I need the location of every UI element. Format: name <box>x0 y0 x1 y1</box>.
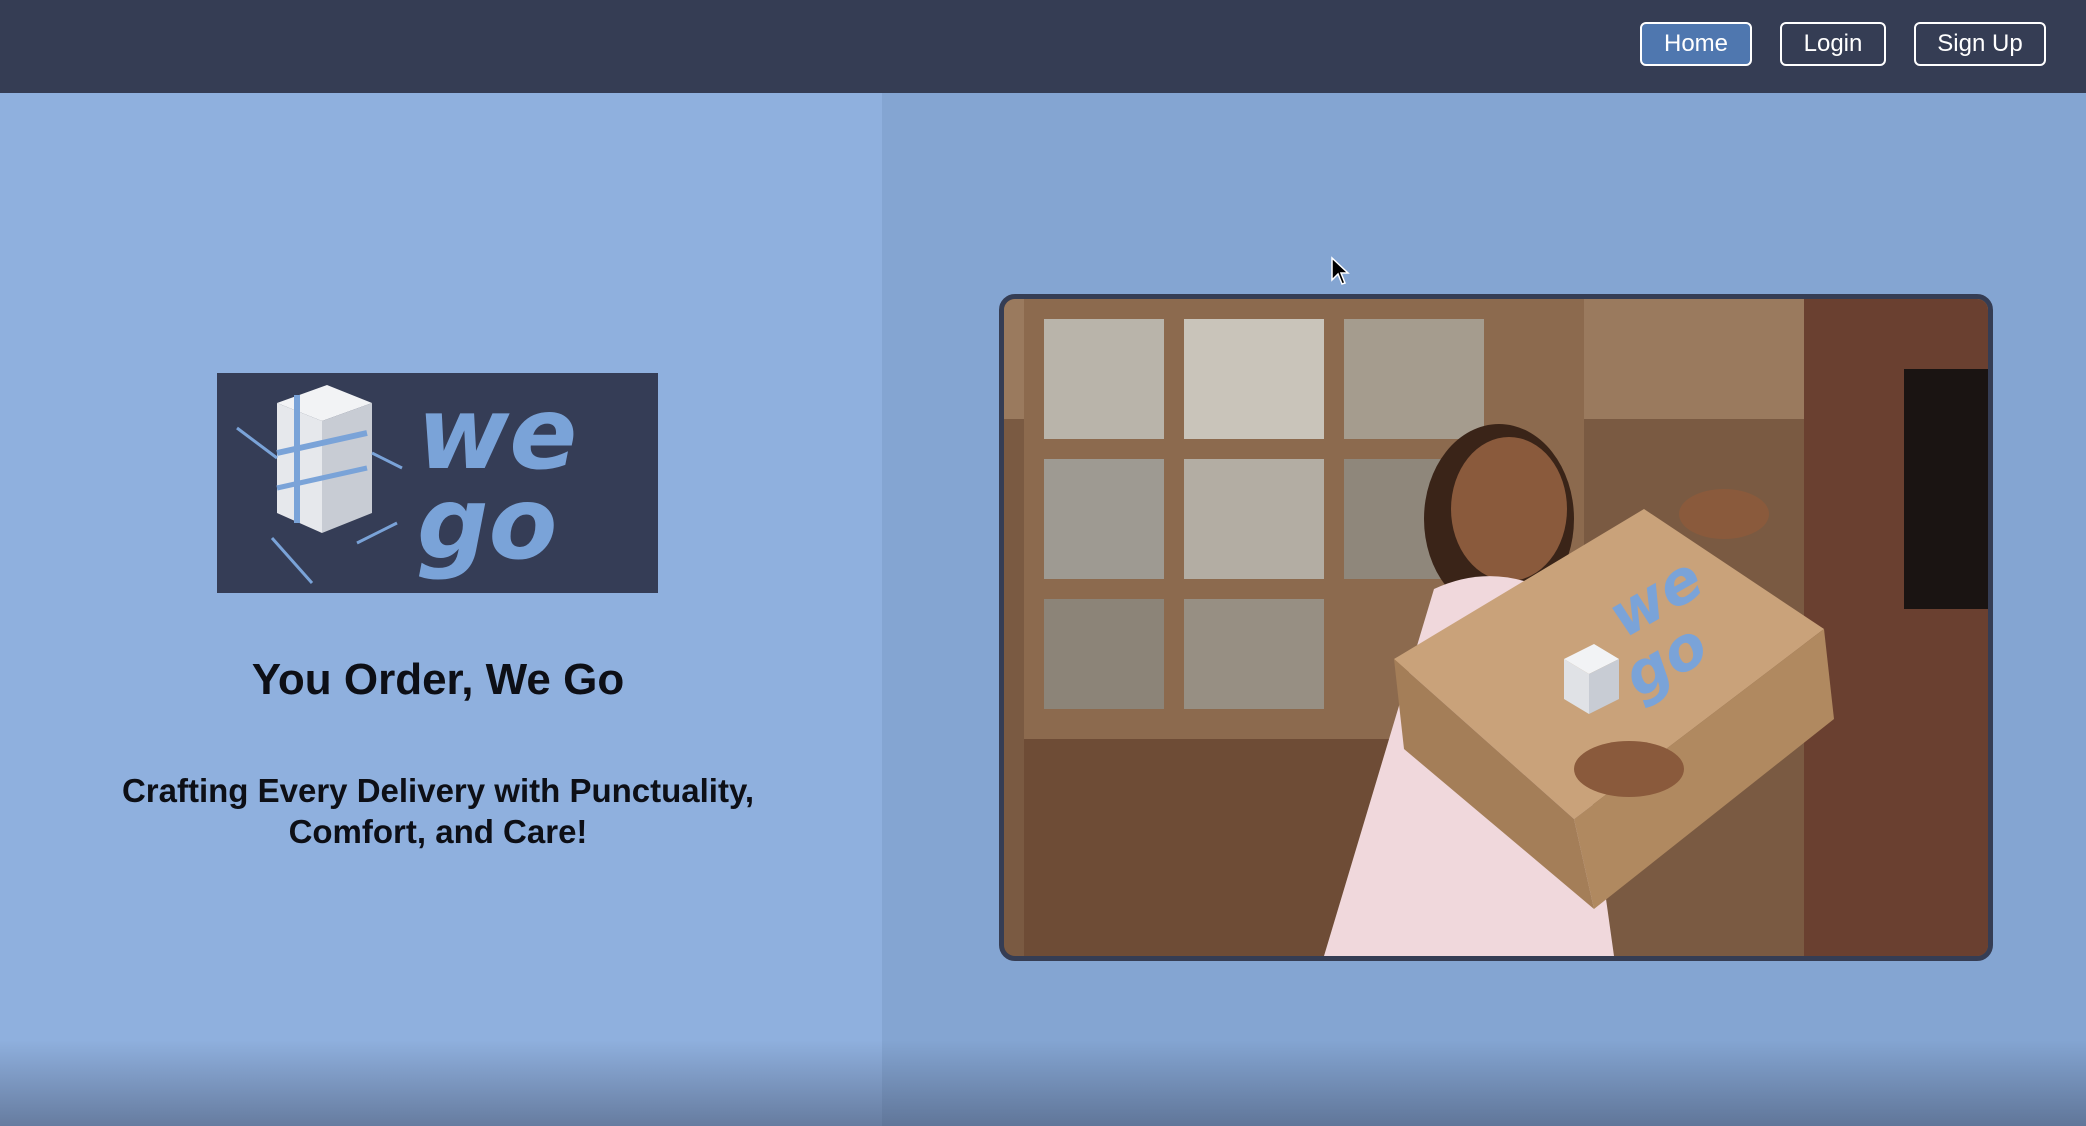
mouse-cursor-icon <box>1331 256 1350 285</box>
home-button[interactable]: Home <box>1640 22 1752 66</box>
photo-woman-hugging-box: we go <box>1004 299 1988 956</box>
top-navbar: Home Login Sign Up <box>0 0 2086 93</box>
hero-subtagline: Crafting Every Delivery with Punctuality… <box>121 772 755 850</box>
hero-left-panel <box>0 93 882 1126</box>
login-button[interactable]: Login <box>1780 22 1886 66</box>
hero-tagline: You Order, We Go <box>251 655 625 704</box>
wego-logo-graphic: we go <box>236 375 577 584</box>
signup-button[interactable]: Sign Up <box>1914 22 2046 66</box>
logo-go-text: go <box>417 465 557 582</box>
wego-logo: we go <box>217 373 658 593</box>
hero-photo: we go <box>999 294 1993 961</box>
box-icon <box>236 385 403 584</box>
